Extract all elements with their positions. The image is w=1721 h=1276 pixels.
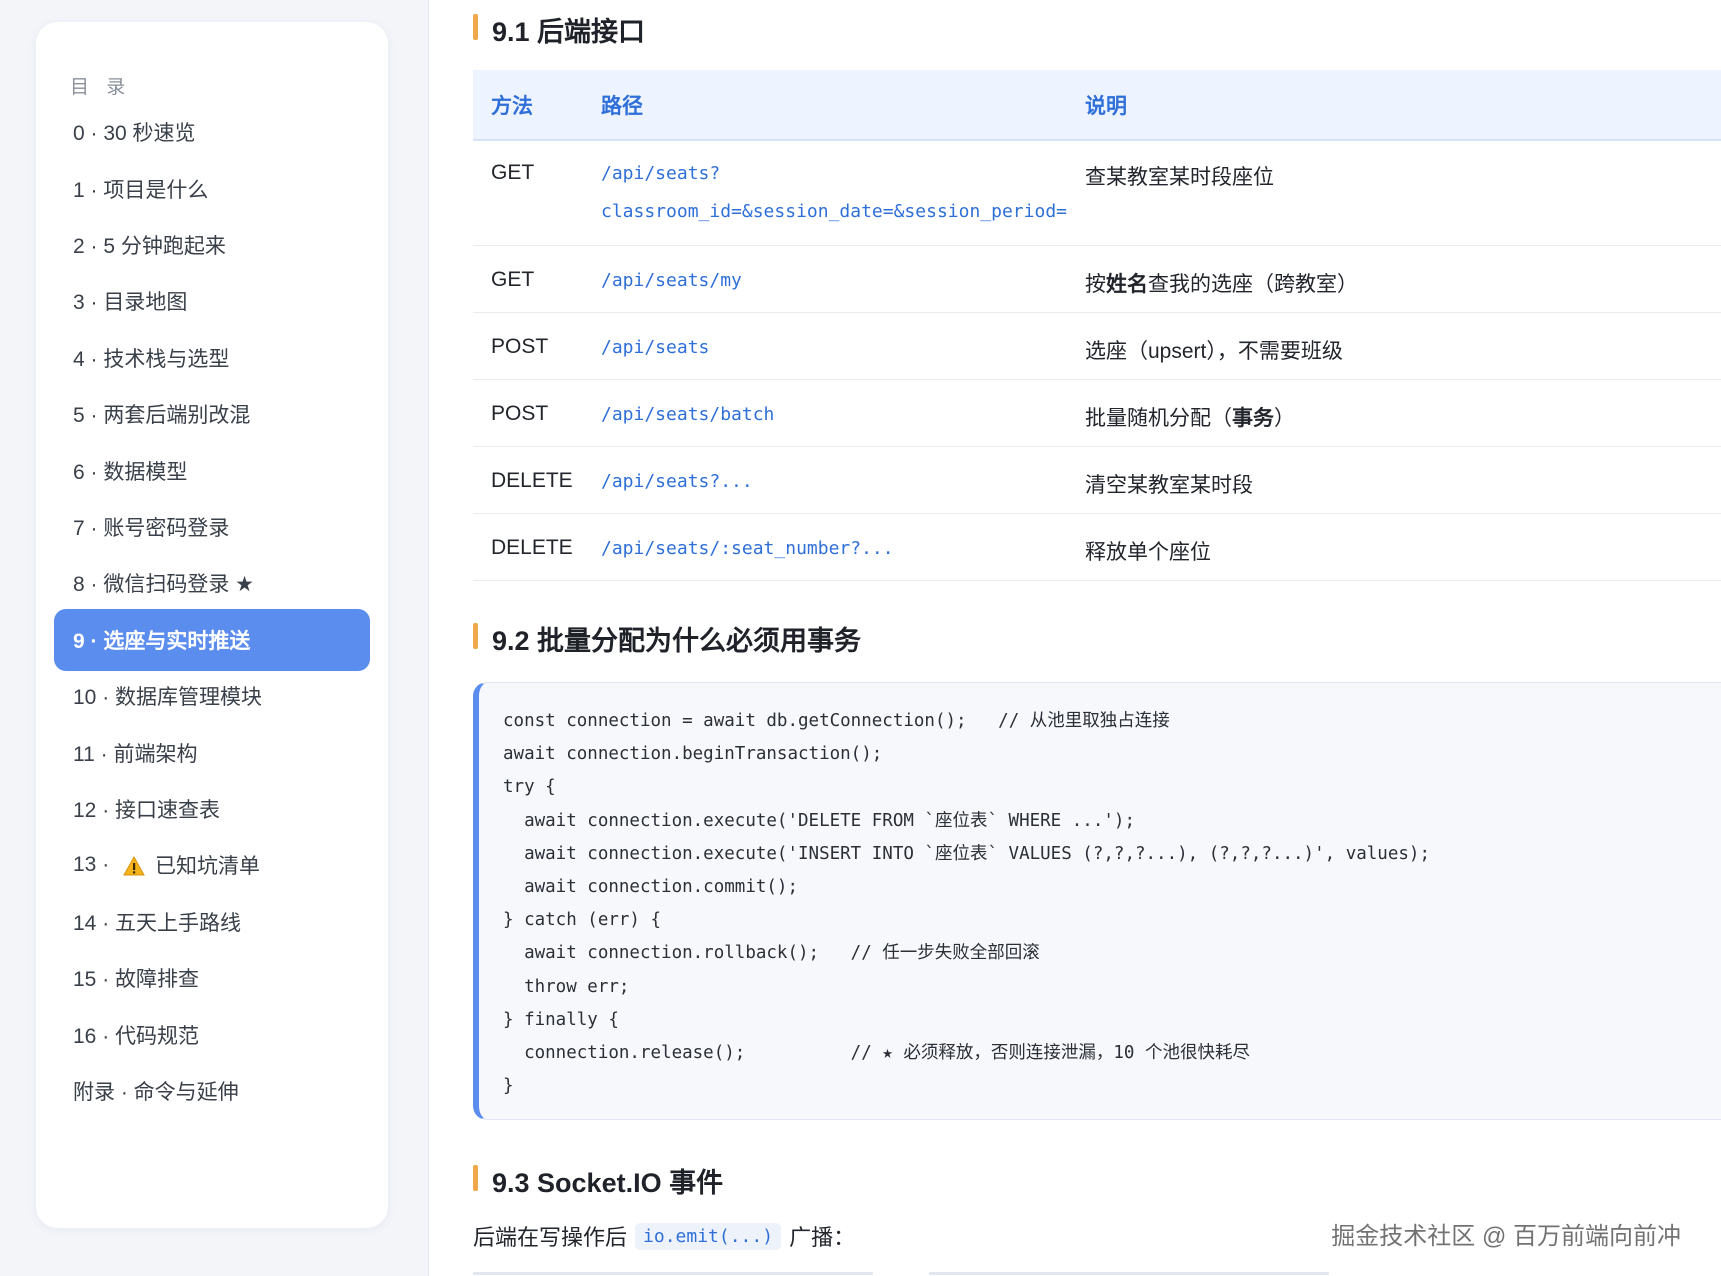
table-row: GET /api/seats? classroom_id=&session_dat… [473, 140, 1721, 246]
paragraph: 后端在写操作后 io.emit(...) 广播： [473, 1220, 855, 1252]
toc-item-label: 已知坑清单 [155, 855, 261, 878]
section-heading-9-1: 9.1 后端接口 [473, 10, 645, 49]
column-header-method: 方法 [473, 70, 583, 141]
code-line: await connection.commit(); [503, 876, 799, 897]
code-line: } catch (err) { [503, 910, 662, 931]
desc-cell: 清空某教室某时段 [1067, 446, 1721, 514]
toc-item-label: 10 · 数据库管理模块 [73, 686, 263, 709]
divider [473, 1272, 873, 1275]
toc-item-8[interactable]: 8 · 微信扫码登录 ★ [54, 552, 370, 614]
code-line: await connection.rollback(); // 任一步失败全部回… [503, 943, 1040, 964]
code-block: 复 const connection = await db.getConnect… [473, 682, 1721, 1120]
table-row: DELETE /api/seats?... 清空某教室某时段 [473, 446, 1721, 514]
toc-item-label: 11 · 前端架构 [73, 743, 198, 766]
desc-cell: 查某教室某时段座位 [1067, 140, 1721, 246]
toc-item-label: 13 · [73, 853, 116, 876]
inline-code: io.emit(...) [635, 1222, 782, 1250]
watermark: 掘金技术社区 @ 百万前端向前冲 [1331, 1223, 1681, 1250]
toc-item-2[interactable]: 2 · 5 分钟跑起来 [54, 214, 370, 276]
toc-item-label: 附录 · 命令与延伸 [73, 1081, 239, 1104]
toc-item-label: 3 · 目录地图 [73, 291, 188, 314]
toc-item-label: 7 · 账号密码登录 [73, 517, 230, 540]
toc-item-0[interactable]: 0 · 30 秒速览 [54, 101, 370, 163]
toc-item-7[interactable]: 7 · 账号密码登录 [54, 496, 370, 558]
code-line: const connection = await db.getConnectio… [503, 711, 1170, 731]
code-line: await connection.execute('INSERT INTO `座… [503, 843, 1430, 864]
code-line: throw err; [503, 976, 630, 997]
divider [929, 1272, 1329, 1275]
method-cell: POST [473, 379, 583, 447]
code-line: } [503, 1076, 514, 1097]
toc-item-label: 12 · 接口速查表 [73, 799, 221, 822]
toc-item-10[interactable]: 10 · 数据库管理模块 [54, 665, 370, 727]
toc-item-label: 6 · 数据模型 [73, 461, 188, 484]
toc-item-4[interactable]: 4 · 技术栈与选型 [54, 327, 370, 389]
method-cell: POST [473, 312, 583, 380]
section-heading-9-3: 9.3 Socket.IO 事件 [473, 1161, 723, 1200]
path-cell: /api/seats/batch [583, 379, 1067, 447]
table-row: DELETE /api/seats/:seat_number?... 释放单个座… [473, 513, 1721, 581]
path-cell: /api/seats?... [583, 446, 1067, 514]
method-cell: GET [473, 245, 583, 313]
paragraph-text: 广播： [789, 1225, 856, 1250]
toc-item-6[interactable]: 6 · 数据模型 [54, 440, 370, 502]
toc-item-16[interactable]: 16 · 代码规范 [54, 1004, 370, 1066]
api-table: 方法 路径 说明 GET /api/seats? classroom_id=&se… [473, 70, 1721, 581]
desc-cell: 释放单个座位 [1067, 513, 1721, 581]
column-header-desc: 说明 [1067, 70, 1721, 141]
toc-item-5[interactable]: 5 · 两套后端别改混 [54, 383, 370, 445]
toc-item-label: 14 · 五天上手路线 [73, 912, 242, 935]
toc-item-label: 9 · 选座与实时推送 [73, 630, 251, 653]
path-cell: /api/seats/:seat_number?... [583, 513, 1067, 581]
sidebar-area: 目 录 0 · 30 秒速览 1 · 项目是什么 2 · 5 分钟跑起来 3 ·… [0, 0, 428, 1276]
table-header-row: 方法 路径 说明 [473, 70, 1721, 141]
toc-item-label: 15 · 故障排查 [73, 968, 200, 991]
toc-item-1[interactable]: 1 · 项目是什么 [54, 158, 370, 220]
toc-sidebar: 目 录 0 · 30 秒速览 1 · 项目是什么 2 · 5 分钟跑起来 3 ·… [36, 22, 388, 1228]
paragraph-text: 后端在写操作后 [473, 1225, 628, 1250]
table-row: POST /api/seats 选座（upsert），不需要班级 [473, 312, 1721, 380]
warning-icon [123, 856, 145, 876]
toc-title: 目 录 [70, 77, 132, 98]
column-header-path: 路径 [583, 70, 1067, 141]
code-line: connection.release(); // ★ 必须释放，否则连接泄漏，1… [503, 1042, 1250, 1063]
toc-item-label: 5 · 两套后端别改混 [73, 404, 251, 427]
toc-item-label: 1 · 项目是什么 [73, 179, 209, 202]
toc-item-appendix[interactable]: 附录 · 命令与延伸 [54, 1060, 370, 1122]
path-cell: /api/seats? classroom_id=&session_date=&s… [583, 140, 1067, 246]
toc-item-9-active[interactable]: 9 · 选座与实时推送 [54, 609, 370, 671]
toc-item-15[interactable]: 15 · 故障排查 [54, 947, 370, 1009]
table-row: GET /api/seats/my 按姓名查我的选座（跨教室） [473, 245, 1721, 313]
toc-item-14[interactable]: 14 · 五天上手路线 [54, 891, 370, 953]
method-cell: DELETE [473, 513, 583, 581]
code-line: try { [503, 777, 556, 798]
toc-item-label: 2 · 5 分钟跑起来 [73, 235, 226, 258]
toc-item-13[interactable]: 13 · 已知坑清单 [54, 834, 370, 896]
method-cell: GET [473, 140, 583, 246]
table-row: POST /api/seats/batch 批量随机分配（事务） [473, 379, 1721, 447]
toc-item-label: 8 · 微信扫码登录 ★ [73, 573, 255, 596]
path-cell: /api/seats/my [583, 245, 1067, 313]
main-content: 9.1 后端接口 方法 路径 说明 GET /api/seats? classro… [428, 0, 1721, 1276]
method-cell: DELETE [473, 446, 583, 514]
toc-item-label: 16 · 代码规范 [73, 1025, 200, 1048]
toc-item-11[interactable]: 11 · 前端架构 [54, 722, 370, 784]
code-line: } finally { [503, 1009, 619, 1030]
desc-cell: 批量随机分配（事务） [1067, 379, 1721, 447]
code-line: await connection.execute('DELETE FROM `座… [503, 810, 1135, 831]
code-line: await connection.beginTransaction(); [503, 744, 883, 765]
path-cell: /api/seats [583, 312, 1067, 380]
desc-cell: 按姓名查我的选座（跨教室） [1067, 245, 1721, 313]
toc-item-label: 4 · 技术栈与选型 [73, 348, 230, 371]
toc-item-3[interactable]: 3 · 目录地图 [54, 270, 370, 332]
toc-item-12[interactable]: 12 · 接口速查表 [54, 778, 370, 840]
toc-item-label: 0 · 30 秒速览 [73, 122, 196, 145]
section-heading-9-2: 9.2 批量分配为什么必须用事务 [473, 619, 861, 658]
desc-cell: 选座（upsert），不需要班级 [1067, 312, 1721, 380]
